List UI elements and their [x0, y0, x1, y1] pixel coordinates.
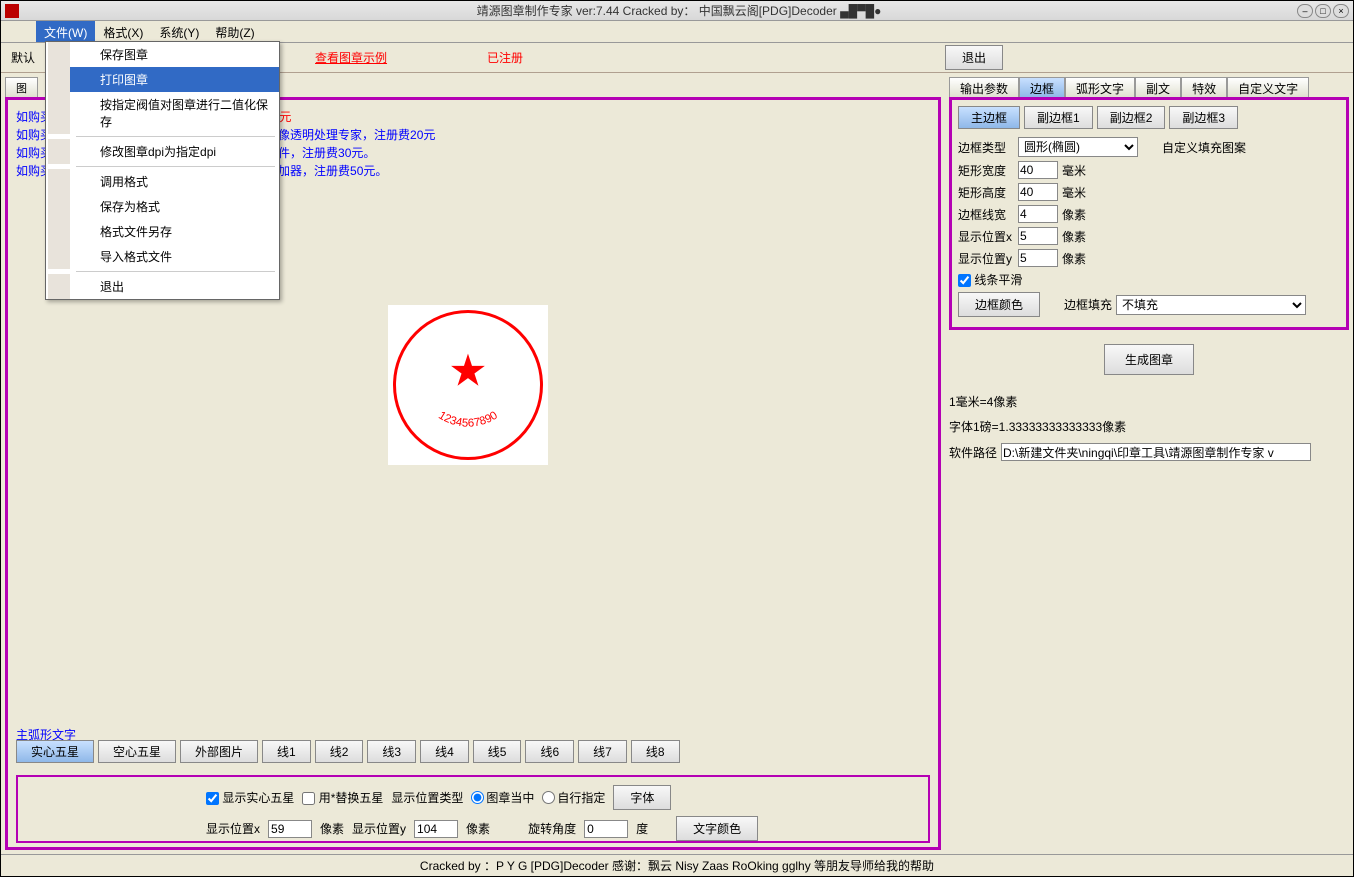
dd-load-format[interactable]: 调用格式	[48, 169, 279, 194]
stab-sub1[interactable]: 副边框1	[1024, 106, 1093, 129]
dd-import-format[interactable]: 导入格式文件	[48, 244, 279, 269]
dd-sep	[76, 166, 275, 167]
bottom-tabs: 实心五星 空心五星 外部图片 线1 线2 线3 线4 线5 线6 线7 线8	[16, 740, 680, 763]
dd-sep	[76, 136, 275, 137]
border-color-button[interactable]: 边框颜色	[958, 292, 1040, 317]
status-text: Cracked by ：P Y G [PDG]Decoder 感谢：飘云 Nis…	[420, 857, 934, 874]
rtab-custom-text[interactable]: 自定义文字	[1227, 77, 1309, 97]
btab-ext-image[interactable]: 外部图片	[180, 740, 258, 763]
svg-text:1234567890: 1234567890	[436, 410, 500, 430]
dd-modify-dpi[interactable]: 修改图章dpi为指定dpi	[48, 139, 279, 164]
dd-binarize-save[interactable]: 按指定阀值对图章进行二值化保存	[48, 92, 279, 134]
file-dropdown: 保存图章 打印图章 按指定阀值对图章进行二值化保存 修改图章dpi为指定dpi …	[45, 41, 280, 300]
pos-custom-radio[interactable]	[542, 791, 555, 804]
disp-x-input[interactable]	[1018, 227, 1058, 245]
btab-line8[interactable]: 线8	[631, 740, 680, 763]
menu-help[interactable]: 帮助(Z)	[207, 21, 262, 42]
rtab-subtext[interactable]: 副文	[1135, 77, 1181, 97]
info-mm: 1毫米=4像素	[949, 393, 1349, 410]
rtab-effect[interactable]: 特效	[1181, 77, 1227, 97]
btab-line5[interactable]: 线5	[473, 740, 522, 763]
font-button[interactable]: 字体	[613, 785, 671, 810]
maximize-button[interactable]: □	[1315, 4, 1331, 18]
dd-format-saveas[interactable]: 格式文件另存	[48, 219, 279, 244]
stab-sub2[interactable]: 副边框2	[1097, 106, 1166, 129]
dd-print-stamp[interactable]: 打印图章	[48, 67, 279, 92]
rtab-arc-text[interactable]: 弧形文字	[1065, 77, 1135, 97]
btab-line1[interactable]: 线1	[262, 740, 311, 763]
btab-line2[interactable]: 线2	[315, 740, 364, 763]
btab-hollow-star[interactable]: 空心五星	[98, 740, 176, 763]
example-link[interactable]: 查看图章示例	[315, 49, 387, 66]
pos-center-radio[interactable]	[471, 791, 484, 804]
stab-main-border[interactable]: 主边框	[958, 106, 1020, 129]
posx-input[interactable]	[268, 820, 312, 838]
status-bar: Cracked by ：P Y G [PDG]Decoder 感谢：飘云 Nis…	[1, 854, 1353, 876]
pos-type-label: 显示位置类型	[391, 789, 463, 806]
rotate-input[interactable]	[584, 820, 628, 838]
border-settings: 主边框 副边框1 副边框2 副边框3 边框类型 圆形(椭圆) 自定义填充图案 矩…	[949, 97, 1349, 330]
border-fill-select[interactable]: 不填充	[1116, 295, 1306, 315]
btab-line3[interactable]: 线3	[367, 740, 416, 763]
shape-panel: 显示实心五星 用*替换五星 显示位置类型 图章当中 自行指定 字体 显示位置x …	[16, 775, 930, 843]
window-title: 靖源图章制作专家 ver:7.44 Cracked by： 中国飘云阁[PDG]…	[61, 2, 1297, 19]
menu-bar: 文件(W) 格式(X) 系统(Y) 帮助(Z)	[1, 21, 1353, 43]
show-solid-star-checkbox[interactable]	[206, 792, 219, 805]
exit-button[interactable]: 退出	[945, 45, 1003, 70]
generate-button[interactable]: 生成图章	[1104, 344, 1194, 375]
border-type-select[interactable]: 圆形(椭圆)	[1018, 137, 1138, 157]
dd-save-stamp[interactable]: 保存图章	[48, 42, 279, 67]
btab-line7[interactable]: 线7	[578, 740, 627, 763]
menu-system[interactable]: 系统(Y)	[151, 21, 207, 42]
line-width-input[interactable]	[1018, 205, 1058, 223]
registered-label: 已注册	[487, 49, 523, 66]
left-tab[interactable]: 图	[5, 77, 38, 97]
toolbar-default-label: 默认	[11, 49, 35, 66]
app-window: 靖源图章制作专家 ver:7.44 Cracked by： 中国飘云阁[PDG]…	[0, 0, 1354, 877]
close-button[interactable]: ×	[1333, 4, 1349, 18]
smooth-checkbox[interactable]	[958, 274, 971, 287]
btab-solid-star[interactable]: 实心五星	[16, 740, 94, 763]
rect-height-input[interactable]	[1018, 183, 1058, 201]
minimize-button[interactable]: –	[1297, 4, 1313, 18]
rtab-border[interactable]: 边框	[1019, 77, 1065, 97]
dd-exit[interactable]: 退出	[48, 274, 279, 299]
arc-text-svg: 1234567890	[396, 313, 540, 457]
btab-line4[interactable]: 线4	[420, 740, 469, 763]
info-pt: 字体1磅=1.33333333333333像素	[949, 418, 1349, 435]
title-bar: 靖源图章制作专家 ver:7.44 Cracked by： 中国飘云阁[PDG]…	[1, 1, 1353, 21]
custom-fill-label: 自定义填充图案	[1162, 139, 1246, 156]
software-path-input[interactable]	[1001, 443, 1311, 461]
dd-sep	[76, 271, 275, 272]
stamp-preview: ★ 1234567890	[388, 305, 548, 465]
posy-input[interactable]	[414, 820, 458, 838]
menu-file[interactable]: 文件(W)	[36, 21, 95, 42]
right-panel: 输出参数 边框 弧形文字 副文 特效 自定义文字 主边框 副边框1 副边框2 副…	[945, 73, 1353, 854]
dd-save-format[interactable]: 保存为格式	[48, 194, 279, 219]
text-color-button[interactable]: 文字颜色	[676, 816, 758, 841]
disp-y-input[interactable]	[1018, 249, 1058, 267]
menu-format[interactable]: 格式(X)	[95, 21, 151, 42]
right-tabs: 输出参数 边框 弧形文字 副文 特效 自定义文字	[949, 77, 1349, 97]
rect-width-input[interactable]	[1018, 161, 1058, 179]
stab-sub3[interactable]: 副边框3	[1169, 106, 1238, 129]
use-asterisk-checkbox[interactable]	[302, 792, 315, 805]
rtab-output[interactable]: 输出参数	[949, 77, 1019, 97]
btab-line6[interactable]: 线6	[525, 740, 574, 763]
app-icon	[5, 4, 19, 18]
